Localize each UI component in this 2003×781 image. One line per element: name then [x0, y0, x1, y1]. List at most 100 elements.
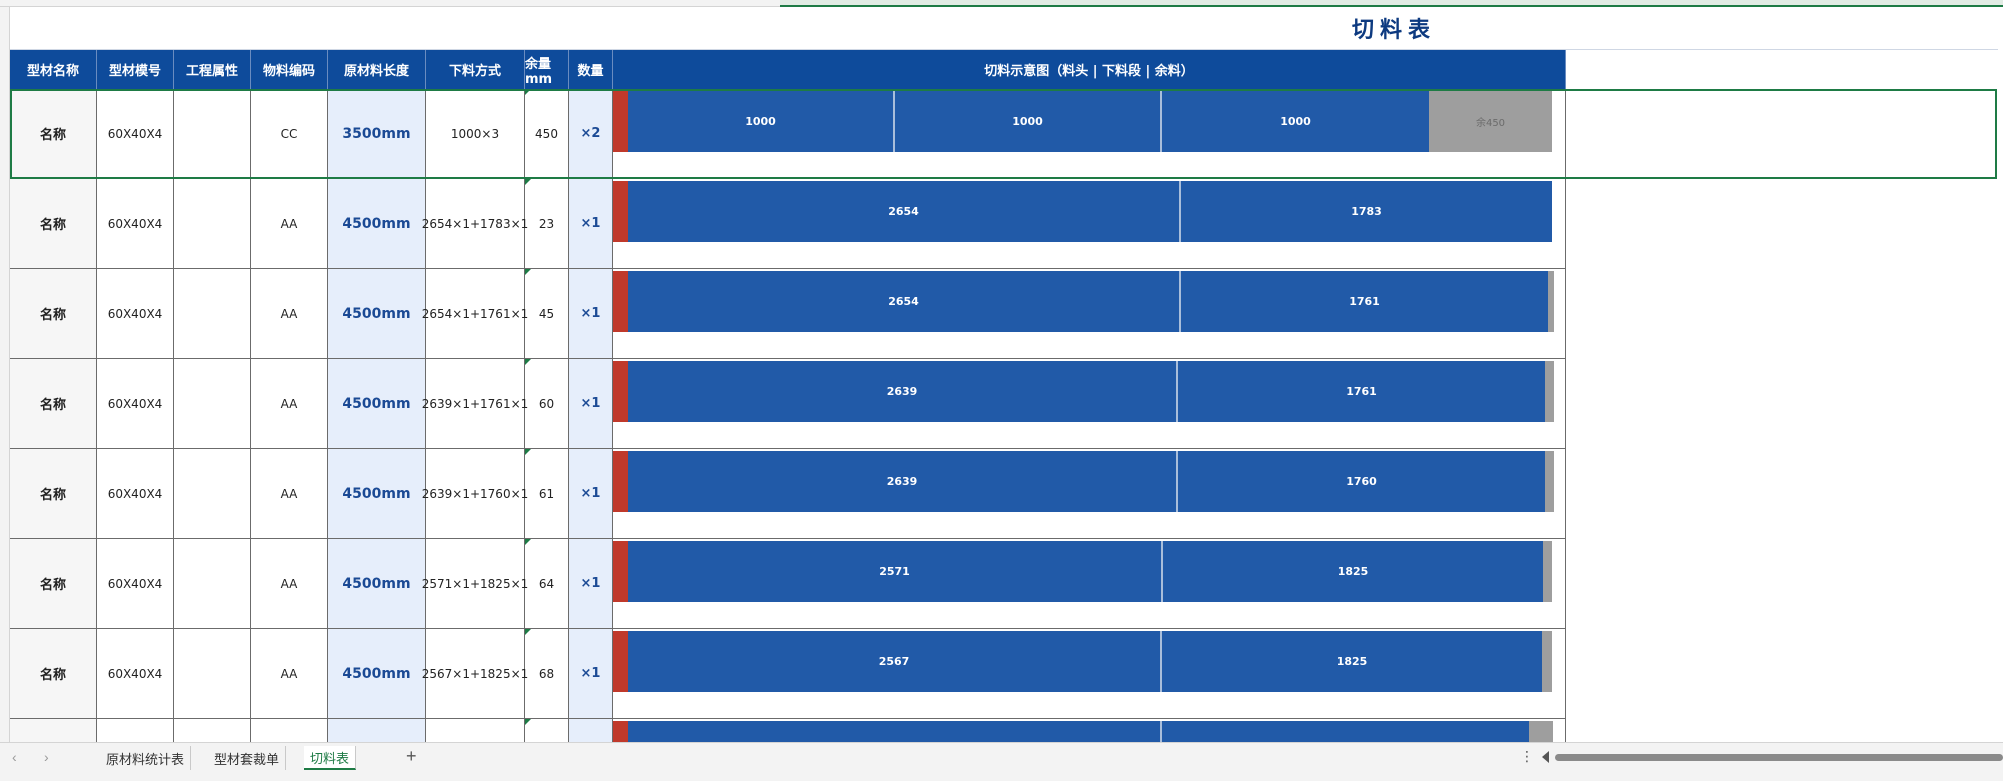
cell-length[interactable]: 4500mm: [328, 539, 426, 628]
row-headers[interactable]: [0, 7, 10, 742]
table-row[interactable]: 名称 60X40X4 AA 4500mm 2654×1+1783×1 23 ×1 2654 17…: [10, 179, 1566, 269]
cell-qty[interactable]: ×1: [569, 359, 613, 448]
spreadsheet-grid[interactable]: 切料表 型材名称 型材模号 工程属性 物料编码 原材料长度 下料方式 余量mm 数量 切料示意图…: [10, 7, 2003, 742]
cell-qty[interactable]: ×1: [569, 269, 613, 358]
cell-code[interactable]: [251, 719, 328, 742]
header-col-project[interactable]: 工程属性: [174, 50, 251, 89]
cell-code[interactable]: AA: [251, 449, 328, 538]
cell-code[interactable]: AA: [251, 359, 328, 448]
cell-qty[interactable]: ×1: [569, 449, 613, 538]
header-col-remain[interactable]: 余量mm: [525, 50, 569, 89]
table-row[interactable]: 名称 60X40X4 AA 4500mm 2639×1+1760×1 61 ×1 2639 17…: [10, 449, 1566, 539]
cell-project[interactable]: [174, 719, 251, 742]
tab-prev-icon[interactable]: ‹: [12, 749, 17, 765]
sheet-tab[interactable]: 原材料统计表: [100, 746, 192, 770]
tab-next-icon[interactable]: ›: [44, 749, 49, 765]
cell-qty[interactable]: ×2: [569, 89, 613, 178]
cell-remain[interactable]: 23: [525, 179, 569, 268]
cell-model[interactable]: 60X40X4: [97, 269, 174, 358]
cell-length[interactable]: 4500mm: [328, 629, 426, 718]
cell-model[interactable]: 60X40X4: [97, 539, 174, 628]
cell-project[interactable]: [174, 539, 251, 628]
column-headers[interactable]: [0, 0, 2003, 7]
header-col-raw-length[interactable]: 原材料长度: [328, 50, 426, 89]
cell-name[interactable]: 名称: [10, 449, 97, 538]
cell-cut-diagram[interactable]: 2654 1783: [613, 179, 1566, 268]
cell-model[interactable]: 60X40X4: [97, 629, 174, 718]
cell-name[interactable]: 名称: [10, 629, 97, 718]
cell-model[interactable]: 60X40X4: [97, 179, 174, 268]
scroll-left-icon[interactable]: [1542, 751, 1549, 763]
header-col-material-code[interactable]: 物料编码: [251, 50, 328, 89]
cell-project[interactable]: [174, 449, 251, 538]
header-col-cut-method[interactable]: 下料方式: [426, 50, 525, 89]
cell-length[interactable]: 4500mm: [328, 179, 426, 268]
cell-cut-diagram[interactable]: 2571 1825: [613, 539, 1566, 628]
cell-method[interactable]: 1000×3: [426, 89, 525, 178]
cell-length[interactable]: 3500mm: [328, 89, 426, 178]
cell-name[interactable]: 名称: [10, 359, 97, 448]
cell-cut-diagram[interactable]: 1000 1000 1000 余450: [613, 89, 1566, 178]
cell-model[interactable]: 60X40X4: [97, 89, 174, 178]
cell-cut-diagram[interactable]: 2639 1760: [613, 449, 1566, 538]
cell-length[interactable]: 4500mm: [328, 359, 426, 448]
cell-project[interactable]: [174, 269, 251, 358]
more-options-icon[interactable]: ⋮: [1520, 748, 1534, 765]
table-row[interactable]: 名称 60X40X4 AA 4500mm 2639×1+1761×1 60 ×1 2639 17…: [10, 359, 1566, 449]
cell-name[interactable]: 名称: [10, 269, 97, 358]
cell-code[interactable]: AA: [251, 539, 328, 628]
cell-length[interactable]: 4500mm: [328, 269, 426, 358]
header-col-profile-model[interactable]: 型材模号: [97, 50, 174, 89]
cell-remain[interactable]: 60: [525, 359, 569, 448]
sheet-tab[interactable]: 型材套裁单: [208, 746, 287, 770]
cell-method[interactable]: 2639×1+1761×1: [422, 359, 528, 448]
cell-length[interactable]: 4500mm: [328, 449, 426, 538]
cell-name[interactable]: [10, 719, 97, 742]
cell-remain[interactable]: [525, 719, 569, 742]
cell-code[interactable]: AA: [251, 629, 328, 718]
cell-name[interactable]: 名称: [10, 539, 97, 628]
cell-length[interactable]: [328, 719, 426, 742]
cell-qty[interactable]: [569, 719, 613, 742]
header-col-profile-name[interactable]: 型材名称: [10, 50, 97, 89]
cell-method[interactable]: 2571×1+1825×1: [422, 539, 528, 628]
cell-code[interactable]: AA: [251, 179, 328, 268]
cell-model[interactable]: 60X40X4: [97, 449, 174, 538]
cell-name[interactable]: 名称: [10, 179, 97, 268]
cell-project[interactable]: [174, 89, 251, 178]
table-row[interactable]: 名称 60X40X4 AA 4500mm 2567×1+1825×1 68 ×1 2567 18…: [10, 629, 1566, 719]
cell-remain[interactable]: 61: [525, 449, 569, 538]
header-col-diagram[interactable]: 切料示意图（料头 | 下料段 | 余料）: [613, 50, 1566, 89]
sheet-tab[interactable]: 切料表: [304, 746, 357, 770]
cell-remain[interactable]: 45: [525, 269, 569, 358]
table-row[interactable]: [10, 719, 1566, 742]
cell-remain[interactable]: 68: [525, 629, 569, 718]
horizontal-scrollbar[interactable]: [1555, 754, 2003, 761]
cell-qty[interactable]: ×1: [569, 179, 613, 268]
cell-model[interactable]: [97, 719, 174, 742]
cell-cut-diagram[interactable]: 2639 1761: [613, 359, 1566, 448]
cell-code[interactable]: AA: [251, 269, 328, 358]
cell-qty[interactable]: ×1: [569, 539, 613, 628]
cell-remain[interactable]: 64: [525, 539, 569, 628]
cell-project[interactable]: [174, 359, 251, 448]
cell-code[interactable]: CC: [251, 89, 328, 178]
cell-qty[interactable]: ×1: [569, 629, 613, 718]
cell-cut-diagram[interactable]: 2654 1761: [613, 269, 1566, 358]
cell-method[interactable]: [426, 719, 525, 742]
cell-method[interactable]: 2654×1+1761×1: [422, 269, 528, 358]
cell-model[interactable]: 60X40X4: [97, 359, 174, 448]
header-col-qty[interactable]: 数量: [569, 50, 613, 89]
cell-remain[interactable]: 450: [525, 89, 569, 178]
table-row[interactable]: 名称 60X40X4 CC 3500mm 1000×3 450 ×2 1000 1000 1000…: [10, 89, 1566, 179]
cell-project[interactable]: [174, 179, 251, 268]
cell-cut-diagram[interactable]: [613, 719, 1566, 742]
table-row[interactable]: 名称 60X40X4 AA 4500mm 2571×1+1825×1 64 ×1 2571 18…: [10, 539, 1566, 629]
cell-method[interactable]: 2654×1+1783×1: [422, 179, 528, 268]
title-row[interactable]: 切料表: [10, 7, 1998, 50]
cell-cut-diagram[interactable]: 2567 1825: [613, 629, 1566, 718]
cell-method[interactable]: 2567×1+1825×1: [422, 629, 528, 718]
add-sheet-button[interactable]: +: [406, 746, 417, 767]
cell-project[interactable]: [174, 629, 251, 718]
table-row[interactable]: 名称 60X40X4 AA 4500mm 2654×1+1761×1 45 ×1 2654 17…: [10, 269, 1566, 359]
